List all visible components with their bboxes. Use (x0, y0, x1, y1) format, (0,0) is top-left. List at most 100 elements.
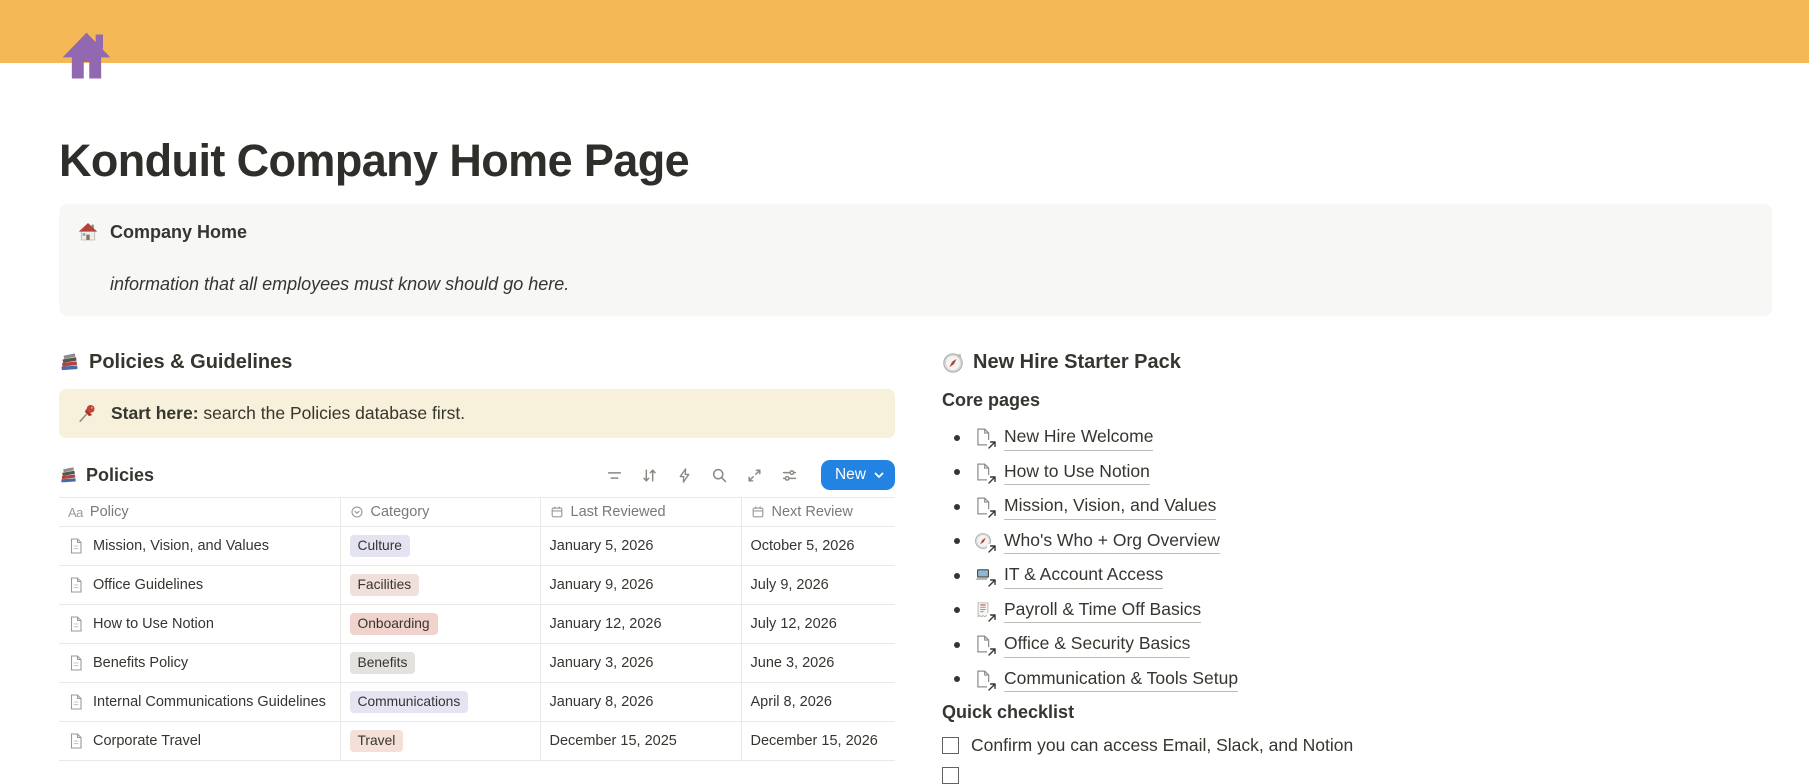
category-cell[interactable]: Communications (340, 682, 541, 722)
receipt-link-icon (974, 601, 997, 623)
core-pages-label: Core pages (942, 390, 1041, 410)
search-icon[interactable] (711, 467, 728, 484)
date-cell[interactable]: January 9, 2026 (540, 565, 742, 605)
table-row: Benefits Policy Benefits January 3, 2026… (59, 643, 895, 683)
new-button[interactable]: New (820, 460, 895, 490)
policies-column: Policies & Guidelines Start here: search… (59, 349, 895, 784)
page-icon (70, 655, 82, 671)
category-cell[interactable]: Travel (340, 721, 541, 761)
page-cell[interactable]: How to Use Notion (68, 616, 331, 632)
link-communication-tools-setup[interactable]: Communication & Tools Setup (1004, 667, 1239, 692)
category-badge[interactable]: Facilities (349, 574, 420, 596)
page-cell[interactable]: Benefits Policy (68, 655, 331, 671)
view-options-icon[interactable] (781, 467, 798, 484)
pushpin-icon (79, 404, 95, 423)
column-header-category[interactable]: Category (340, 497, 541, 527)
arrow-up-right-icon (987, 474, 997, 485)
page-icon (70, 694, 82, 710)
date-cell[interactable]: December 15, 2026 (741, 721, 895, 761)
new-hire-column: New Hire Starter Pack Core pages New Hir… (942, 349, 1772, 784)
page-cell[interactable]: Corporate Travel (68, 733, 331, 749)
select-property-icon (350, 506, 363, 518)
list-item: Office & Security Basics (954, 632, 1772, 658)
category-cell[interactable]: Benefits (340, 643, 541, 683)
category-cell[interactable]: Facilities (340, 565, 541, 605)
date-cell[interactable]: January 8, 2026 (540, 682, 742, 722)
column-header-policy[interactable]: Aa Policy (59, 497, 341, 527)
page-cell[interactable]: Mission, Vision, and Values (68, 538, 331, 554)
date-cell[interactable]: January 12, 2026 (540, 604, 742, 644)
core-pages-list: New Hire Welcome How to Use Notion Missi… (942, 425, 1772, 692)
policies-table: Aa Policy Category Last Reviewed Next Rev… (59, 497, 895, 761)
date-property-icon (752, 506, 763, 518)
page-content: Konduit Company Home Page Company Home i… (0, 29, 1809, 784)
arrow-up-right-icon (987, 509, 997, 520)
filter-icon[interactable] (606, 467, 623, 484)
link-it-account-access[interactable]: IT & Account Access (1004, 563, 1164, 589)
page-icon (70, 577, 82, 593)
policies-guidelines-heading: Policies & Guidelines (89, 351, 293, 373)
start-here-text: Start here: search the Policies database… (111, 403, 466, 423)
page-link-icon (974, 497, 997, 520)
category-cell[interactable]: Onboarding (340, 604, 541, 644)
list-item: Payroll & Time Off Basics (954, 598, 1772, 623)
date-cell[interactable]: January 5, 2026 (540, 526, 742, 566)
date-cell[interactable]: October 5, 2026 (741, 526, 895, 566)
company-home-callout: Company Home information that all employ… (59, 204, 1772, 316)
sort-icon[interactable] (641, 467, 658, 484)
category-badge[interactable]: Benefits (349, 652, 416, 674)
table-row: Mission, Vision, and Values Culture Janu… (59, 526, 895, 566)
page-cell[interactable]: Office Guidelines (68, 577, 331, 593)
house-icon (78, 223, 98, 241)
new-hire-heading: New Hire Starter Pack (973, 351, 1181, 373)
category-badge[interactable]: Communications (349, 691, 469, 713)
column-header-last-reviewed[interactable]: Last Reviewed (540, 497, 742, 527)
checklist-item: Confirm you can access Email, Slack, and… (942, 734, 1772, 756)
link-how-to-use-notion[interactable]: How to Use Notion (1004, 460, 1150, 485)
list-item: Communication & Tools Setup (954, 667, 1772, 692)
table-row: How to Use Notion Onboarding January 12,… (59, 604, 895, 644)
link-mission-vision-values[interactable]: Mission, Vision, and Values (1004, 494, 1217, 520)
automation-icon[interactable] (676, 467, 693, 484)
page-cell[interactable]: Internal Communications Guidelines (68, 694, 331, 710)
table-row: Internal Communications Guidelines Commu… (59, 682, 895, 722)
checklist-item-label: Confirm you can access Email, Slack, and… (971, 735, 1354, 755)
column-header-next-review[interactable]: Next Review (741, 497, 895, 527)
compass-link-icon (974, 532, 997, 554)
callout-title: Company Home (110, 222, 248, 242)
category-cell[interactable]: Culture (340, 526, 541, 566)
page-title[interactable]: Konduit Company Home Page (59, 134, 1772, 188)
date-cell[interactable]: January 3, 2026 (540, 643, 742, 683)
category-badge[interactable]: Culture (349, 535, 410, 557)
category-badge[interactable]: Travel (349, 730, 404, 752)
page-icon (70, 733, 82, 749)
expand-icon[interactable] (746, 467, 763, 484)
category-badge[interactable]: Onboarding (349, 613, 438, 635)
start-here-callout: Start here: search the Policies database… (59, 389, 895, 438)
home-icon[interactable] (59, 29, 114, 84)
link-payroll-time-off[interactable]: Payroll & Time Off Basics (1004, 598, 1202, 623)
checkbox-unchecked[interactable] (942, 767, 959, 784)
table-header-row: Aa Policy Category Last Reviewed Next Rev… (59, 497, 895, 527)
laptop-link-icon (974, 566, 997, 589)
page-link-icon (974, 670, 997, 692)
list-item: How to Use Notion (954, 460, 1772, 485)
list-item: IT & Account Access (954, 563, 1772, 589)
date-cell[interactable]: April 8, 2026 (741, 682, 895, 722)
page-link-icon (974, 635, 997, 658)
date-cell[interactable]: July 9, 2026 (741, 565, 895, 605)
table-row: Corporate Travel Travel December 15, 202… (59, 721, 895, 761)
database-title: Policies (86, 464, 155, 485)
date-cell[interactable]: June 3, 2026 (741, 643, 895, 683)
date-cell[interactable]: July 12, 2026 (741, 604, 895, 644)
list-item: New Hire Welcome (954, 425, 1772, 451)
arrow-up-right-icon (987, 681, 997, 692)
date-cell[interactable]: December 15, 2025 (540, 721, 742, 761)
callout-note: information that all employees must know… (110, 274, 570, 294)
link-office-security-basics[interactable]: Office & Security Basics (1004, 632, 1191, 658)
link-new-hire-welcome[interactable]: New Hire Welcome (1004, 425, 1154, 451)
link-whos-who-org-overview[interactable]: Who's Who + Org Overview (1004, 529, 1220, 554)
page-icon (70, 538, 82, 554)
arrow-up-right-icon (987, 612, 997, 623)
checkbox-unchecked[interactable] (942, 736, 959, 754)
